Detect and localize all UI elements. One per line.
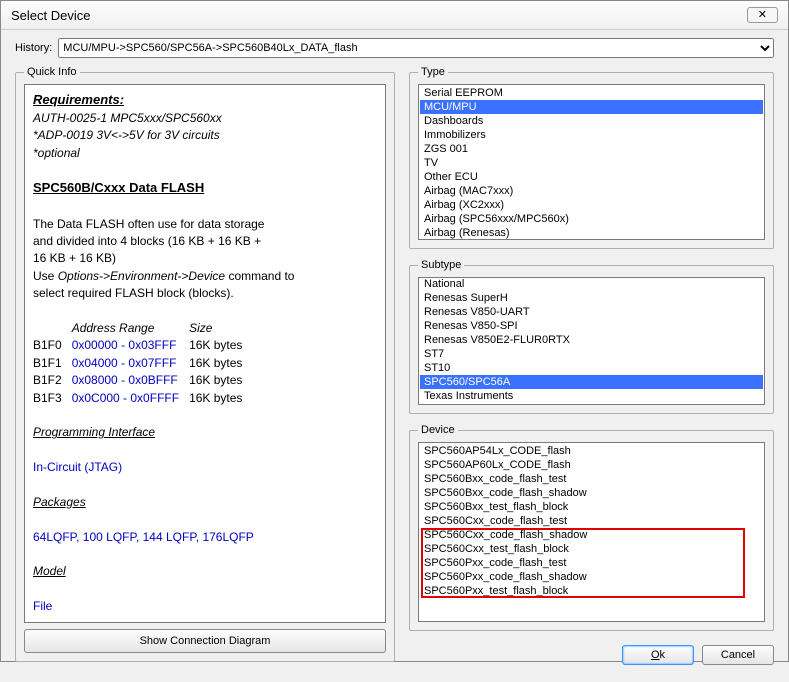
list-item[interactable]: MCU/MPU <box>420 100 763 114</box>
section-title: SPC560B/Cxxx Data FLASH <box>33 179 377 198</box>
list-item[interactable]: Texas Instruments <box>420 389 763 403</box>
list-item[interactable]: SPC560Cxx_test_flash_block <box>420 542 763 556</box>
desc-line3: 16 KB + 16 KB) <box>33 250 377 267</box>
model-heading: Model <box>33 563 377 580</box>
ok-button[interactable]: Ok <box>622 645 694 665</box>
footer-buttons: Ok Cancel <box>409 645 774 665</box>
list-item[interactable]: National <box>420 277 763 291</box>
select-device-window: Select Device ✕ History: MCU/MPU->SPC560… <box>0 0 789 662</box>
req-line2: *ADP-0019 3V<->5V for 3V circuits <box>33 127 377 144</box>
table-row: B1F00x00000 - 0x03FFF16K bytes <box>33 337 252 354</box>
columns: Quick Info Requirements: AUTH-0025-1 MPC… <box>15 66 774 672</box>
list-item[interactable]: SPC560Pxx_test_flash_block <box>420 584 763 598</box>
subtype-legend: Subtype <box>418 259 464 271</box>
list-item[interactable]: TV <box>420 156 763 170</box>
packages-heading: Packages <box>33 494 377 511</box>
table-row: B1F30x0C000 - 0x0FFFF16K bytes <box>33 390 252 407</box>
quick-info-legend: Quick Info <box>24 66 80 78</box>
list-item[interactable]: Dashboards <box>420 114 763 128</box>
type-legend: Type <box>418 66 448 78</box>
list-item[interactable]: ZGS 001 <box>420 142 763 156</box>
device-list-wrap: SPC560AP54Lx_CODE_flashSPC560AP60Lx_CODE… <box>418 442 765 622</box>
device-listbox[interactable]: SPC560AP54Lx_CODE_flashSPC560AP60Lx_CODE… <box>418 442 765 622</box>
desc-line4: Use Options->Environment->Device command… <box>33 268 377 285</box>
req-line3: *optional <box>33 145 377 162</box>
left-column: Quick Info Requirements: AUTH-0025-1 MPC… <box>15 66 395 672</box>
list-item[interactable]: Airbag (MAC7xxx) <box>420 184 763 198</box>
list-item[interactable]: SPC560Pxx_code_flash_shadow <box>420 570 763 584</box>
subtype-listbox[interactable]: NationalRenesas SuperHRenesas V850-UARTR… <box>418 277 765 405</box>
window-title: Select Device <box>11 8 90 23</box>
type-listbox[interactable]: Serial EEPROMMCU/MPUDashboardsImmobilize… <box>418 84 765 240</box>
titlebar: Select Device ✕ <box>1 1 788 30</box>
list-item[interactable]: Renesas V850E2-FLUR0RTX <box>420 333 763 347</box>
list-item[interactable]: Airbag (Renesas) <box>420 226 763 240</box>
desc-line2: and divided into 4 blocks (16 KB + 16 KB… <box>33 233 377 250</box>
list-item[interactable]: Airbag (SPC56xxx/MPC560x) <box>420 212 763 226</box>
list-item[interactable]: Renesas V850-UART <box>420 305 763 319</box>
list-item[interactable]: SPC560AP54Lx_CODE_flash <box>420 444 763 458</box>
table-row: B1F10x04000 - 0x07FFF16K bytes <box>33 355 252 372</box>
history-row: History: MCU/MPU->SPC560/SPC56A->SPC560B… <box>15 38 774 58</box>
table-row: B1F20x08000 - 0x0BFFF16K bytes <box>33 372 252 389</box>
type-fieldset: Type Serial EEPROMMCU/MPUDashboardsImmob… <box>409 66 774 249</box>
list-item[interactable]: SPC560/SPC56A <box>420 375 763 389</box>
device-fieldset: Device SPC560AP54Lx_CODE_flashSPC560AP60… <box>409 424 774 631</box>
packages-value: 64LQFP, 100 LQFP, 144 LQFP, 176LQFP <box>33 529 377 546</box>
list-item[interactable]: SPC560AP60Lx_CODE_flash <box>420 458 763 472</box>
requirements-heading: Requirements: <box>33 91 377 110</box>
close-button[interactable]: ✕ <box>747 7 778 23</box>
history-dropdown[interactable]: MCU/MPU->SPC560/SPC56A->SPC560B40Lx_DATA… <box>58 38 774 58</box>
desc-line5: select required FLASH block (blocks). <box>33 285 377 302</box>
history-label: History: <box>15 42 52 54</box>
list-item[interactable]: Renesas V850-SPI <box>420 319 763 333</box>
list-item[interactable]: SPC560Bxx_code_flash_test <box>420 472 763 486</box>
prog-iface-heading: Programming Interface <box>33 424 377 441</box>
list-item[interactable]: SPC560Bxx_test_flash_block <box>420 500 763 514</box>
list-item[interactable]: Airbag (XC2xxx) <box>420 198 763 212</box>
list-item[interactable]: Renesas SuperH <box>420 291 763 305</box>
subtype-fieldset: Subtype NationalRenesas SuperHRenesas V8… <box>409 259 774 414</box>
quick-info-fieldset: Quick Info Requirements: AUTH-0025-1 MPC… <box>15 66 395 662</box>
device-legend: Device <box>418 424 458 436</box>
cancel-button[interactable]: Cancel <box>702 645 774 665</box>
list-item[interactable]: SPC560Pxx_code_flash_test <box>420 556 763 570</box>
list-item[interactable]: ST10 <box>420 361 763 375</box>
list-item[interactable]: SPC560Cxx_code_flash_test <box>420 514 763 528</box>
list-item[interactable]: Other ECU <box>420 170 763 184</box>
content-area: History: MCU/MPU->SPC560/SPC56A->SPC560B… <box>1 30 788 682</box>
desc-line1: The Data FLASH often use for data storag… <box>33 216 377 233</box>
quick-info-text[interactable]: Requirements: AUTH-0025-1 MPC5xxx/SPC560… <box>24 84 386 623</box>
show-connection-diagram-button[interactable]: Show Connection Diagram <box>24 629 386 653</box>
list-item[interactable]: SPC560Bxx_code_flash_shadow <box>420 486 763 500</box>
model-value: File <box>33 598 377 615</box>
list-item[interactable]: Immobilizers <box>420 128 763 142</box>
list-item[interactable]: Serial EEPROM <box>420 86 763 100</box>
list-item[interactable]: ST7 <box>420 347 763 361</box>
req-line1: AUTH-0025-1 MPC5xxx/SPC560xx <box>33 110 377 127</box>
list-item[interactable]: SPC560Cxx_code_flash_shadow <box>420 528 763 542</box>
flash-table: Address Range Size B1F00x00000 - 0x03FFF… <box>33 320 252 407</box>
right-column: Type Serial EEPROMMCU/MPUDashboardsImmob… <box>409 66 774 672</box>
prog-iface-value: In-Circuit (JTAG) <box>33 459 377 476</box>
